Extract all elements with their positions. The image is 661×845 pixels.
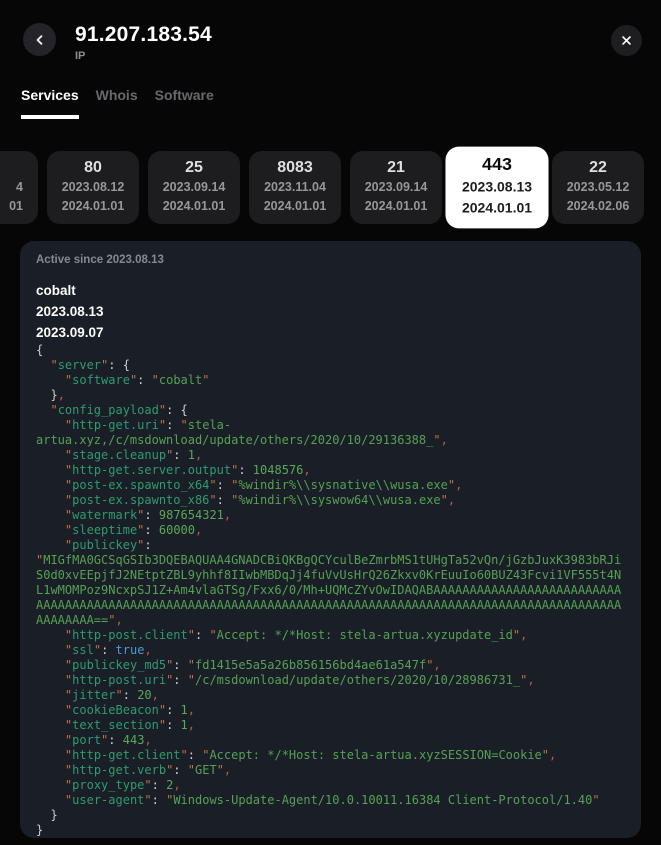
service-ports-carousel: 4 01 80 2023.08.12 2024.01.01 25 2023.09.14 202…	[0, 143, 661, 231]
first-seen-date: 2023.08.13	[461, 178, 533, 195]
service-card-443[interactable]: 443 2023.08.13 2024.01.01	[445, 146, 549, 228]
last-seen-date: 2023.09.07	[36, 325, 104, 340]
last-seen-date: 2024.01.01	[263, 198, 327, 213]
entity-type-label: IP	[75, 50, 86, 62]
port-number: 443	[482, 155, 512, 175]
close-icon	[622, 36, 631, 45]
service-card-8083[interactable]: 8083 2023.11.04 2024.01.01	[249, 150, 341, 224]
service-ports-track: 4 01 80 2023.08.12 2024.01.01 25 2023.09.14 202…	[0, 143, 661, 231]
tab-software[interactable]: Software	[155, 87, 214, 119]
port-number: 21	[387, 158, 405, 176]
last-seen-date: 01	[9, 198, 23, 213]
service-card-80[interactable]: 80 2023.08.12 2024.01.01	[47, 150, 139, 224]
chevron-left-icon	[36, 34, 42, 45]
tab-bar: Services Whois Software	[0, 87, 661, 119]
first-seen-date: 2023.11.04	[264, 179, 326, 194]
service-detail-panel: Active since 2023.08.13 cobalt 2023.08.1…	[20, 241, 641, 838]
ip-details-view: 91.207.183.54 IP Services Whois Software 4…	[0, 0, 661, 845]
service-card-22[interactable]: 22 2023.05.12 2024.02.06	[552, 150, 644, 224]
last-seen-date: 2024.01.01	[162, 198, 226, 213]
last-seen-date: 2024.01.01	[61, 198, 125, 213]
first-seen-date: 4	[16, 179, 23, 194]
service-card-clipped[interactable]: 4 01	[0, 150, 38, 224]
last-seen-date: 2024.01.01	[461, 199, 533, 216]
port-number	[0, 158, 23, 178]
header: 91.207.183.54 IP	[0, 0, 661, 62]
software-name: cobalt	[36, 283, 76, 298]
page-title: 91.207.183.54	[75, 23, 212, 46]
first-seen-date: 2023.08.13	[36, 304, 104, 319]
port-number: 22	[589, 158, 607, 176]
port-number: 8083	[277, 158, 313, 176]
title-group: 91.207.183.54 IP	[75, 23, 611, 62]
tab-services[interactable]: Services	[21, 87, 79, 119]
port-number: 80	[84, 158, 102, 176]
tab-whois[interactable]: Whois	[96, 87, 138, 119]
last-seen-date: 2024.01.01	[364, 198, 428, 213]
close-button[interactable]	[611, 25, 642, 56]
back-button[interactable]	[23, 23, 56, 56]
service-card-25[interactable]: 25 2023.09.14 2024.01.01	[148, 150, 240, 224]
first-seen-date: 2023.08.12	[61, 179, 125, 194]
service-config-code: { "server": { "software": "cobalt" }, "c…	[36, 343, 622, 837]
port-number: 25	[185, 158, 203, 176]
service-card-21[interactable]: 21 2023.09.14 2024.01.01	[350, 150, 442, 224]
service-meta: cobalt 2023.08.13 2023.09.07	[36, 280, 625, 343]
first-seen-date: 2023.09.14	[162, 179, 226, 194]
active-since-label: Active since 2023.08.13	[36, 254, 164, 266]
first-seen-date: 2023.05.12	[566, 179, 630, 194]
first-seen-date: 2023.09.14	[364, 179, 428, 194]
last-seen-date: 2024.02.06	[566, 198, 630, 213]
